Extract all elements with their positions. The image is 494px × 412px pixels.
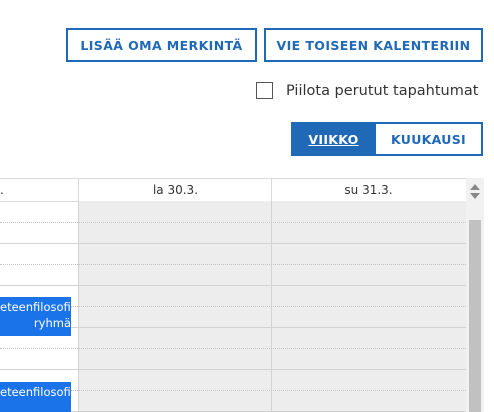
day-header: .: [0, 183, 4, 197]
calendar-event[interactable]: eteenfilosofia: [0, 382, 71, 412]
hide-cancelled-label: Piilota perutut tapahtumat: [286, 82, 479, 99]
half-hour-line: [0, 348, 466, 349]
week-calendar: . la 30.3. su 31.3. eteenfilosofia ryhmä…: [0, 178, 494, 412]
half-hour-line: [0, 222, 466, 223]
month-view-button[interactable]: KUUKAUSI: [376, 122, 483, 156]
event-title: eteenfilosofia: [0, 385, 71, 399]
day-header-sunday: su 31.3.: [271, 179, 465, 201]
hour-line: [0, 243, 466, 244]
week-view-button[interactable]: VIIKKO: [291, 122, 376, 156]
day-header-saturday: la 30.3.: [78, 179, 272, 201]
scrollbar-thumb[interactable]: [469, 220, 481, 412]
half-hour-line: [0, 264, 466, 265]
export-to-calendar-button[interactable]: VIE TOISEEN KALENTERIIN: [264, 28, 483, 62]
view-switch: VIIKKO KUUKAUSI: [291, 122, 483, 156]
calendar-event[interactable]: eteenfilosofia ryhmä: [0, 297, 71, 336]
hide-cancelled-row[interactable]: Piilota perutut tapahtumat: [256, 82, 478, 99]
scroll-up-icon[interactable]: [470, 184, 480, 190]
hour-line: [0, 369, 466, 370]
calendar-header: . la 30.3. su 31.3.: [0, 178, 484, 202]
scroll-down-icon[interactable]: [470, 193, 480, 199]
add-own-entry-button[interactable]: LISÄÄ OMA MERKINTÄ: [66, 28, 257, 62]
hour-line: [0, 285, 466, 286]
event-subtitle: ryhmä: [33, 316, 71, 330]
hide-cancelled-checkbox[interactable]: [256, 82, 273, 99]
event-title: eteenfilosofia: [0, 300, 71, 314]
calendar-scrollbar[interactable]: [466, 178, 484, 412]
